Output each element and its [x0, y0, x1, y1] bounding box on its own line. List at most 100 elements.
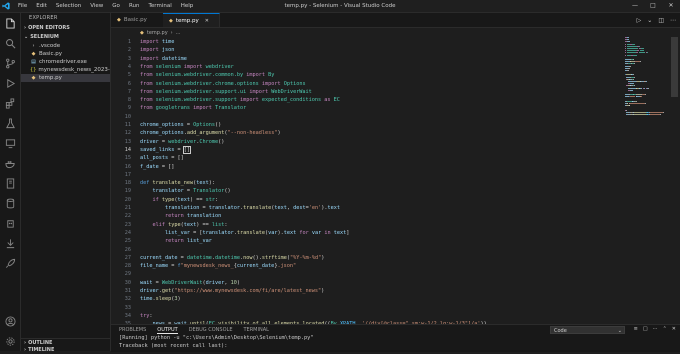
database-icon[interactable] [0, 193, 20, 213]
notebook-icon[interactable] [0, 173, 20, 193]
breadcrumb-symbols[interactable]: ... [176, 30, 181, 36]
menu-file[interactable]: File [18, 3, 27, 9]
remote-explorer-icon[interactable] [0, 133, 20, 153]
code-line[interactable]: 22 return translation [111, 212, 621, 220]
code-token: translate [243, 205, 272, 211]
code-line[interactable]: 14 saved_links = [] [111, 145, 621, 154]
gear-icon[interactable] [0, 331, 20, 351]
code-line[interactable]: 7 from selenium.webdriver.support.ui impo… [111, 88, 621, 96]
lock-icon[interactable]: □ [643, 326, 648, 332]
source-control-icon[interactable] [0, 53, 20, 73]
code-text: driver.get("https://www.mynewsdesk.com/f… [140, 287, 324, 295]
code-line[interactable]: 24 list_var = [translator.translate(var)… [111, 229, 621, 237]
menu-terminal[interactable]: Terminal [148, 3, 171, 9]
code-line[interactable]: 16 f_date = [] [111, 163, 621, 171]
menu-go[interactable]: Go [112, 3, 120, 9]
minimap[interactable] [625, 37, 667, 137]
tab-debug-console[interactable]: DEBUG CONSOLE [189, 327, 233, 334]
code-line[interactable]: 18 def translate_new(text): [111, 179, 621, 187]
minimize-icon[interactable]: — [626, 0, 644, 12]
code-line[interactable]: 32 time.sleep(3) [111, 295, 621, 303]
code-line[interactable]: 28 file_name = f"mynewsdesk_news_{current… [111, 262, 621, 270]
folder-section[interactable]: ⌄ SELENIUM [21, 33, 110, 42]
code-line[interactable]: 27 current_date = datetime.datetime.now()… [111, 254, 621, 262]
code-line[interactable]: 29 [111, 270, 621, 278]
code-line[interactable]: 5 from selenium.webdriver.common.by impor… [111, 71, 621, 79]
panel-tabs: PROBLEMS OUTPUT DEBUG CONSOLE TERMINAL [119, 327, 269, 334]
breadcrumb-file[interactable]: temp.py [147, 30, 168, 36]
code-line[interactable]: 10 [111, 113, 621, 121]
account-icon[interactable] [0, 311, 20, 331]
code-line[interactable]: 33 [111, 304, 621, 312]
close-icon[interactable]: ✕ [672, 326, 676, 332]
code-line[interactable]: 20 if type(text) == str: [111, 196, 621, 204]
docker-icon[interactable] [0, 153, 20, 173]
code-line[interactable]: 34 try: [111, 312, 621, 320]
menu-help[interactable]: Help [181, 3, 194, 9]
menu-edit[interactable]: Edit [36, 3, 47, 9]
code-line[interactable]: 31 driver.get("https://www.mynewsdesk.com… [111, 287, 621, 295]
tab-output[interactable]: OUTPUT [157, 327, 178, 334]
code-line[interactable]: 17 [111, 171, 621, 179]
close-icon[interactable]: ✕ [205, 18, 209, 24]
editor-scrollbar[interactable] [671, 37, 678, 97]
split-editor-icon[interactable]: ◫ [658, 17, 664, 24]
code-line[interactable]: 8 from selenium.webdriver.support import … [111, 96, 621, 104]
chevron-up-icon[interactable]: ⌃ [663, 326, 667, 332]
code-line[interactable]: 25 return list_var [111, 237, 621, 245]
code-line[interactable]: 19 translator = Translator() [111, 187, 621, 195]
deploy-icon[interactable] [0, 233, 20, 253]
copilot-icon[interactable] [0, 213, 20, 233]
code-line[interactable]: 3 import datetime [111, 55, 621, 63]
code-line[interactable]: 9 from googletrans import Translator [111, 104, 621, 112]
more-actions-icon[interactable]: ⋯ [670, 17, 676, 24]
code-token: "--non-headless" [227, 130, 278, 137]
code-line[interactable]: 30 wait = WebDriverWait(driver, 10) [111, 279, 621, 287]
tab-temp-py[interactable]: ◆ temp.py ✕ [163, 13, 220, 27]
explorer-icon[interactable] [0, 13, 20, 33]
menu-run[interactable]: Run [129, 3, 140, 9]
code-line[interactable]: 15 all_posts = [] [111, 154, 621, 162]
code-line[interactable]: 23 elif type(text) == list: [111, 221, 621, 229]
code-line[interactable]: 26 [111, 246, 621, 254]
tree-item-temp-py[interactable]: ◆ temp.py [21, 74, 110, 82]
tree-item-mynewsdesk-json[interactable]: {} mynewsdesk_news_2023-07-... [21, 66, 110, 74]
run-icon[interactable]: ▷ [637, 17, 642, 24]
explorer-sidebar: EXPLORER › OPEN EDITORS ⌄ SELENIUM › .vs… [21, 13, 113, 354]
code-editor[interactable]: 1 import time 2 import json 3 import datetime… [111, 37, 621, 336]
tree-item-chromedriver[interactable]: ▤ chromedriver.exe [21, 58, 110, 66]
menu-selection[interactable]: Selection [56, 3, 81, 9]
vscode-logo-icon[interactable] [0, 0, 12, 12]
search-icon[interactable] [0, 33, 20, 53]
code-line[interactable]: 21 translation = translator.translate(te… [111, 204, 621, 212]
code-line[interactable]: 4 from selenium import webdriver [111, 63, 621, 71]
tab-problems[interactable]: PROBLEMS [119, 327, 146, 334]
tab-terminal[interactable]: TERMINAL [243, 327, 268, 334]
code-line[interactable]: 6 from selenium.webdriver.chrome.options … [111, 80, 621, 88]
run-debug-icon[interactable] [0, 73, 20, 93]
output-channel-select[interactable]: Code ⌄ [550, 326, 625, 334]
menu-view[interactable]: View [90, 3, 103, 9]
code-token: translate [236, 229, 265, 236]
code-line[interactable]: 1 import time [111, 38, 621, 46]
testing-icon[interactable] [0, 113, 20, 133]
tab-basic-py[interactable]: ◆ Basic.py [111, 13, 168, 27]
code-token: webdriver [205, 63, 234, 70]
rocket-icon[interactable] [0, 253, 20, 273]
code-line[interactable]: 12 chrome_options.add_argument("--non-hea… [111, 129, 621, 137]
more-actions-icon[interactable]: ⋯ [653, 326, 658, 332]
code-line[interactable]: 11 chrome_options = Options() [111, 121, 621, 129]
code-line[interactable]: 2 import json [111, 46, 621, 54]
open-editors-section[interactable]: › OPEN EDITORS [21, 24, 110, 33]
extensions-icon[interactable] [0, 93, 20, 113]
filter-icon[interactable]: ≡ [634, 326, 638, 332]
close-icon[interactable]: ✕ [662, 0, 680, 12]
tree-item-basic-py[interactable]: ◆ Basic.py [21, 50, 110, 58]
line-number: 7 [127, 88, 131, 95]
maximize-icon[interactable]: □ [644, 0, 662, 12]
chevron-down-icon[interactable]: ⌄ [647, 17, 652, 24]
tree-item-vscode[interactable]: › .vscode [21, 42, 110, 50]
timeline-section[interactable]: › TIMELINE [21, 346, 113, 354]
code-line[interactable]: 13 driver = webdriver.Chrome() [111, 138, 621, 146]
